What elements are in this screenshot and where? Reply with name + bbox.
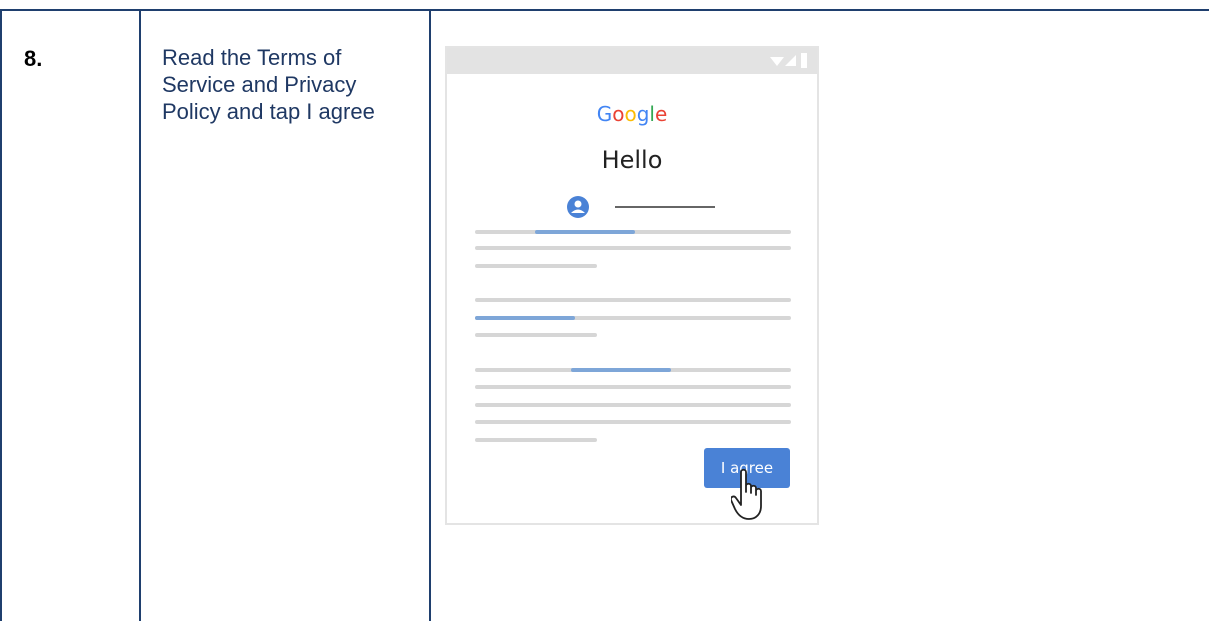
- signal-icon: [785, 55, 796, 66]
- logo-letter: o: [624, 102, 637, 126]
- status-bar: [447, 48, 817, 74]
- table-top-border: [0, 9, 1209, 11]
- text-line: [475, 403, 791, 407]
- table-left-border: [0, 9, 2, 621]
- account-icon: [567, 196, 589, 218]
- text-line: [475, 298, 791, 302]
- battery-icon: [801, 53, 807, 68]
- step-instruction: Read the Terms of Service and Privacy Po…: [162, 45, 375, 124]
- google-logo: Google: [447, 102, 817, 126]
- greeting-heading: Hello: [601, 146, 663, 174]
- pointer-hand-icon: [731, 468, 762, 520]
- text-line: [475, 264, 597, 268]
- wifi-icon: [770, 57, 784, 66]
- logo-letter: G: [596, 102, 613, 126]
- text-line: [475, 333, 597, 337]
- table-column-divider-2: [429, 9, 431, 621]
- text-line: [475, 438, 597, 442]
- logo-letter: e: [654, 102, 668, 126]
- text-line: [475, 246, 791, 250]
- phone-screenshot: Google Hello I agree: [445, 46, 819, 525]
- account-name-line: [615, 206, 715, 208]
- text-line: [475, 385, 791, 389]
- text-line-highlight: [475, 316, 575, 320]
- text-line-highlight: [535, 230, 635, 234]
- table-column-divider-1: [139, 9, 141, 621]
- logo-letter: o: [612, 102, 625, 126]
- text-line: [475, 420, 791, 424]
- logo-letter: g: [636, 102, 650, 126]
- step-number: 8.: [24, 46, 43, 71]
- text-line-highlight: [571, 368, 671, 372]
